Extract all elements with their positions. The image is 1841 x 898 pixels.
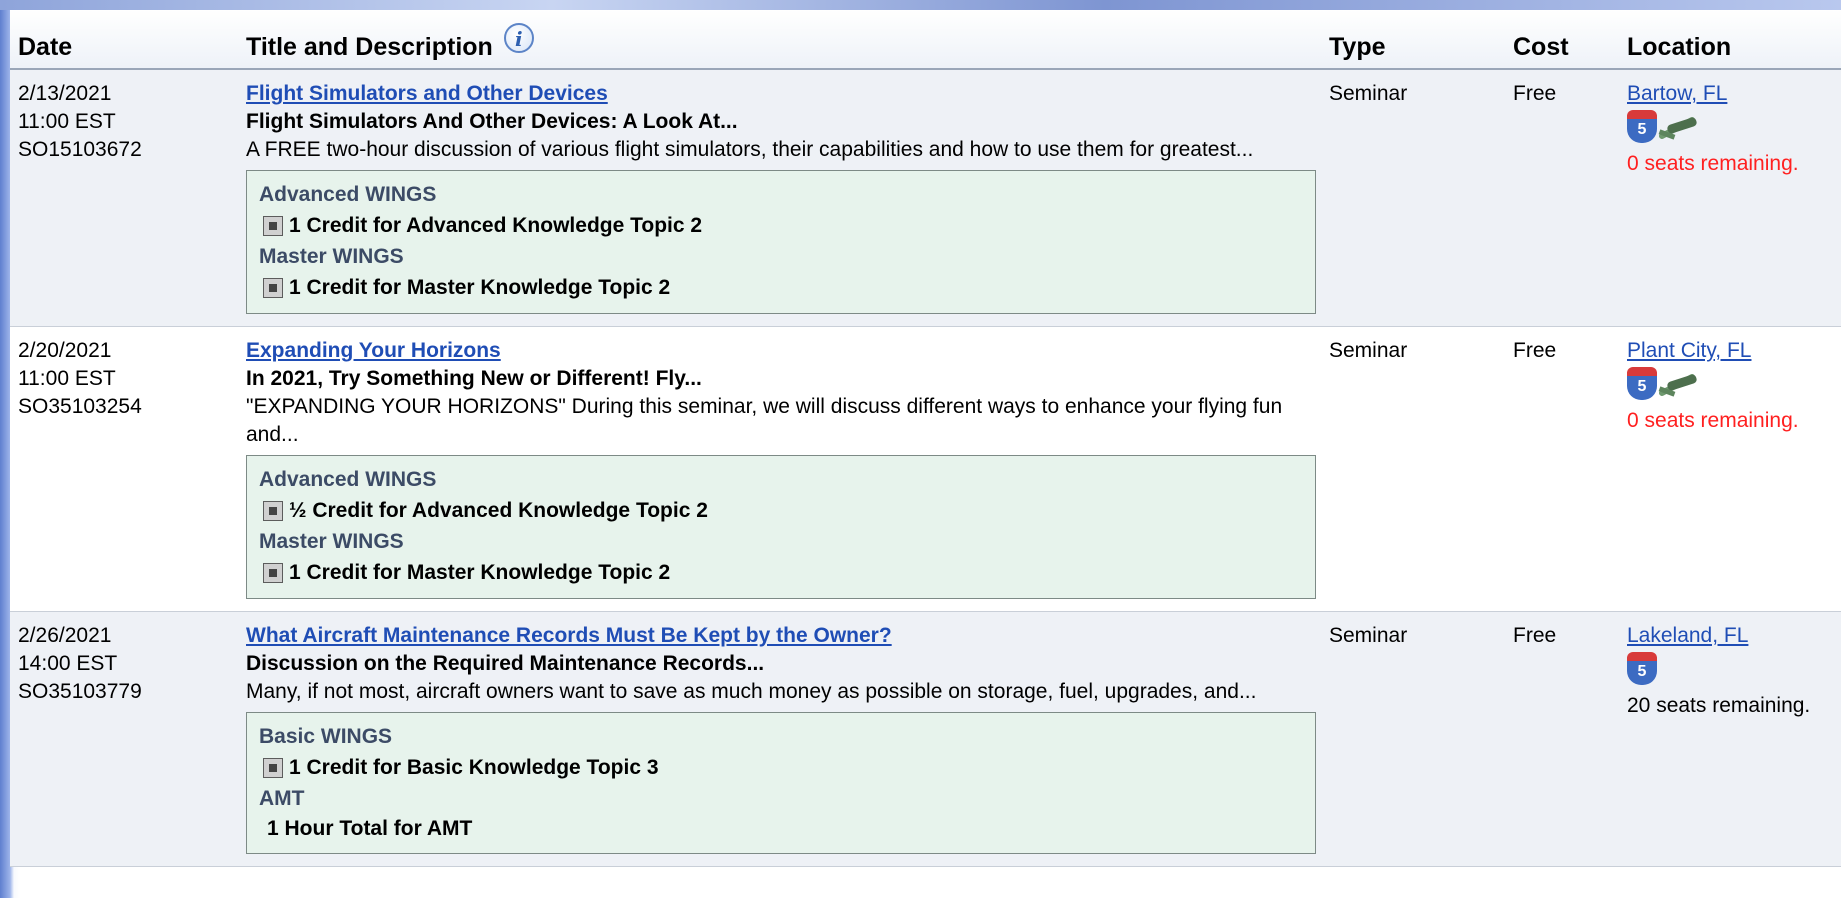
table-row: 2/26/2021 14:00 EST SO35103779 What Airc… (10, 611, 1841, 867)
event-description: "EXPANDING YOUR HORIZONS" During this se… (246, 395, 1283, 446)
date-cell: 2/13/2021 11:00 EST SO15103672 (10, 69, 238, 327)
events-table: Date Title and Description i Type Cost L… (10, 10, 1841, 867)
info-icon[interactable]: i (503, 23, 534, 53)
credit-program: Basic WINGS (259, 725, 393, 748)
event-code: SO15103672 (18, 138, 142, 161)
credit-program: Advanced WINGS (259, 183, 437, 206)
credit-text: ½ Credit for Advanced Knowledge Topic 2 (289, 499, 708, 522)
credit-program: Advanced WINGS (259, 468, 437, 491)
event-subtitle: Discussion on the Required Maintenance R… (246, 652, 765, 675)
amt-credit-text: 1 Hour Total for AMT (267, 817, 473, 840)
location-link[interactable]: Bartow, FL (1627, 82, 1727, 105)
credit-square-icon (263, 216, 283, 236)
event-date: 2/13/2021 (18, 82, 112, 105)
event-cost: Free (1505, 611, 1619, 867)
airplane-icon[interactable] (1653, 367, 1699, 401)
column-header-location[interactable]: Location (1619, 10, 1841, 70)
credit-square-icon (263, 278, 283, 298)
location-badges (1627, 367, 1833, 407)
event-type: Seminar (1321, 69, 1505, 327)
seats-remaining: 0 seats remaining. (1627, 152, 1799, 175)
event-time: 11:00 EST (18, 367, 116, 390)
credit-item: 1 Credit for Master Knowledge Topic 2 (259, 271, 1303, 305)
credit-text: 1 Credit for Master Knowledge Topic 2 (289, 561, 671, 584)
column-header-type[interactable]: Type (1321, 10, 1505, 70)
credit-item: 1 Credit for Advanced Knowledge Topic 2 (259, 209, 1303, 243)
page-frame: Date Title and Description i Type Cost L… (0, 0, 1841, 898)
credits-box: Advanced WINGS 1 Credit for Advanced Kno… (246, 170, 1316, 314)
column-header-cost[interactable]: Cost (1505, 10, 1619, 70)
title-cell: Expanding Your Horizons In 2021, Try Som… (238, 326, 1321, 612)
title-cell: Flight Simulators and Other Devices Flig… (238, 69, 1321, 327)
location-cell: Plant City, FL 0 seats remaining. (1619, 326, 1841, 612)
location-link[interactable]: Plant City, FL (1627, 339, 1751, 362)
airplane-icon[interactable] (1653, 110, 1699, 144)
column-header-title[interactable]: Title and Description i (238, 10, 1321, 70)
seats-remaining: 20 seats remaining. (1627, 694, 1811, 717)
table-row: 2/20/2021 11:00 EST SO35103254 Expanding… (10, 326, 1841, 612)
event-code: SO35103779 (18, 680, 142, 703)
event-title-link[interactable]: Flight Simulators and Other Devices (246, 82, 608, 105)
credit-item: ½ Credit for Advanced Knowledge Topic 2 (259, 494, 1303, 528)
interstate-shield-icon[interactable] (1627, 652, 1657, 686)
title-cell: What Aircraft Maintenance Records Must B… (238, 611, 1321, 867)
top-banner-strip (0, 0, 1841, 10)
credit-text: 1 Credit for Advanced Knowledge Topic 2 (289, 214, 703, 237)
event-title-link[interactable]: What Aircraft Maintenance Records Must B… (246, 624, 892, 647)
location-link[interactable]: Lakeland, FL (1627, 624, 1748, 647)
location-cell: Lakeland, FL 20 seats remaining. (1619, 611, 1841, 867)
table-header-row: Date Title and Description i Type Cost L… (10, 10, 1841, 70)
table-row: 2/13/2021 11:00 EST SO15103672 Flight Si… (10, 69, 1841, 327)
date-cell: 2/26/2021 14:00 EST SO35103779 (10, 611, 238, 867)
event-type: Seminar (1321, 326, 1505, 612)
event-description: A FREE two-hour discussion of various fl… (246, 138, 1254, 161)
event-cost: Free (1505, 326, 1619, 612)
credit-square-icon (263, 501, 283, 521)
event-date: 2/26/2021 (18, 624, 112, 647)
event-subtitle: In 2021, Try Something New or Different!… (246, 367, 702, 390)
column-header-title-label: Title and Description (246, 33, 493, 61)
event-time: 14:00 EST (18, 652, 118, 675)
event-code: SO35103254 (18, 395, 142, 418)
date-cell: 2/20/2021 11:00 EST SO35103254 (10, 326, 238, 612)
seats-remaining: 0 seats remaining. (1627, 409, 1799, 432)
credit-text: 1 Credit for Master Knowledge Topic 2 (289, 276, 671, 299)
location-badges (1627, 652, 1833, 692)
column-header-date[interactable]: Date (10, 10, 238, 70)
credit-text: 1 Credit for Basic Knowledge Topic 3 (289, 756, 659, 779)
event-cost: Free (1505, 69, 1619, 327)
event-description: Many, if not most, aircraft owners want … (246, 680, 1257, 703)
credit-square-icon (263, 563, 283, 583)
credit-item: 1 Credit for Basic Knowledge Topic 3 (259, 751, 1303, 785)
location-badges (1627, 110, 1833, 150)
event-type: Seminar (1321, 611, 1505, 867)
credits-box: Basic WINGS 1 Credit for Basic Knowledge… (246, 712, 1316, 854)
event-date: 2/20/2021 (18, 339, 112, 362)
event-title-link[interactable]: Expanding Your Horizons (246, 339, 501, 362)
credit-program: Master WINGS (259, 530, 404, 553)
credit-program: Master WINGS (259, 245, 404, 268)
location-cell: Bartow, FL 0 seats remaining. (1619, 69, 1841, 327)
credit-program: AMT (259, 787, 305, 810)
event-time: 11:00 EST (18, 110, 116, 133)
credit-item: 1 Credit for Master Knowledge Topic 2 (259, 556, 1303, 590)
credit-square-icon (263, 758, 283, 778)
event-subtitle: Flight Simulators And Other Devices: A L… (246, 110, 738, 133)
credits-box: Advanced WINGS ½ Credit for Advanced Kno… (246, 455, 1316, 599)
